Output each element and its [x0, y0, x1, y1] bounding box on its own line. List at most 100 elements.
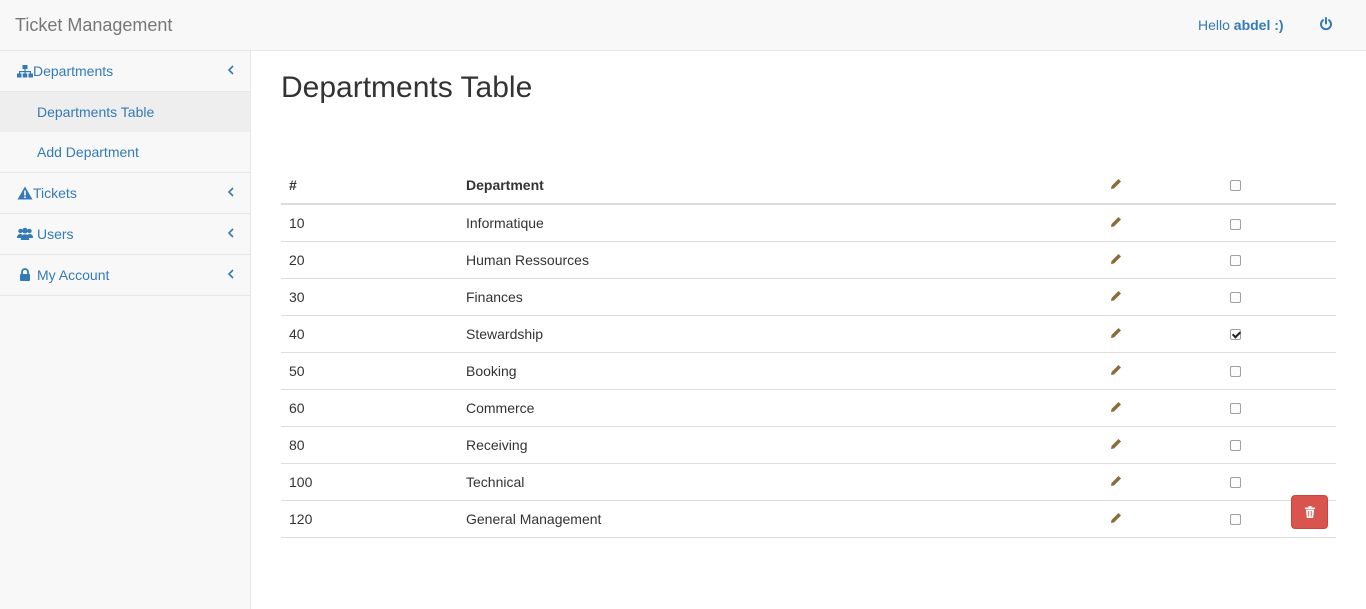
- edit-pencil-icon[interactable]: [1110, 326, 1122, 338]
- department-name: Commerce: [458, 388, 1098, 426]
- department-name: Technical: [458, 462, 1098, 500]
- row-select-checkbox[interactable]: [1230, 366, 1241, 378]
- app-title[interactable]: Ticket Management: [15, 14, 172, 36]
- sidebar-item-my-account[interactable]: My Account: [0, 255, 250, 296]
- edit-cell: [1098, 203, 1218, 241]
- table-row: 20 Human Ressources: [281, 240, 1336, 278]
- table-row: 80 Receiving: [281, 425, 1336, 463]
- edit-cell: [1098, 462, 1218, 500]
- select-cell: [1218, 425, 1336, 463]
- select-cell: [1218, 203, 1336, 241]
- department-name: Finances: [458, 277, 1098, 315]
- logout-power-icon[interactable]: [1319, 17, 1335, 33]
- sidebar-subitem-departments-table[interactable]: Departments Table: [0, 92, 250, 132]
- department-name: Booking: [458, 351, 1098, 389]
- table-header-row: # Department: [281, 166, 1336, 205]
- department-id: 50: [281, 351, 458, 389]
- table-row: 10 Informatique: [281, 203, 1336, 241]
- row-select-checkbox[interactable]: [1230, 403, 1241, 415]
- department-id: 60: [281, 388, 458, 426]
- user-name: abdel :): [1233, 17, 1284, 33]
- page-title: Departments Table: [281, 71, 533, 104]
- top-navbar: Ticket Management Hello abdel :): [0, 0, 1366, 51]
- sidebar-item-tickets[interactable]: Tickets: [0, 173, 250, 214]
- edit-cell: [1098, 388, 1218, 426]
- lock-icon: [19, 268, 35, 282]
- sidebar-subitem-add-department[interactable]: Add Department: [0, 132, 250, 172]
- edit-pencil-icon[interactable]: [1110, 437, 1122, 449]
- table-row: 60 Commerce: [281, 388, 1336, 426]
- sidebar-item-users[interactable]: Users: [0, 214, 250, 255]
- select-all-checkbox[interactable]: [1230, 180, 1241, 192]
- column-header-department[interactable]: Department: [458, 166, 1098, 205]
- sidebar-subitem-label: Departments Table: [37, 104, 155, 120]
- row-select-checkbox[interactable]: [1230, 514, 1241, 526]
- chevron-left-icon: [227, 266, 237, 279]
- table-row: 120 General Management: [281, 499, 1336, 538]
- sidebar-subitem-label: Add Department: [37, 144, 139, 160]
- edit-pencil-icon[interactable]: [1110, 289, 1122, 301]
- department-id: 120: [281, 499, 458, 538]
- trash-icon: [1305, 506, 1315, 518]
- select-cell: [1218, 277, 1336, 315]
- select-cell: [1218, 388, 1336, 426]
- edit-pencil-icon[interactable]: [1110, 474, 1122, 486]
- row-select-checkbox[interactable]: [1230, 440, 1241, 452]
- sidebar-item-label: Departments: [33, 63, 114, 79]
- edit-pencil-icon[interactable]: [1110, 511, 1122, 523]
- table-row: 50 Booking: [281, 351, 1336, 389]
- greeting-prefix: Hello: [1198, 17, 1230, 33]
- warning-icon: [17, 186, 33, 200]
- edit-pencil-icon[interactable]: [1110, 363, 1122, 375]
- table-row: 40 Stewardship: [281, 314, 1336, 352]
- row-select-checkbox[interactable]: [1230, 292, 1241, 304]
- edit-pencil-icon[interactable]: [1110, 252, 1122, 264]
- edit-pencil-icon[interactable]: [1110, 215, 1122, 227]
- edit-cell: [1098, 351, 1218, 389]
- row-select-checkbox[interactable]: [1230, 255, 1241, 267]
- edit-cell: [1098, 240, 1218, 278]
- chevron-left-icon: [227, 184, 237, 197]
- table-row: 30 Finances: [281, 277, 1336, 315]
- select-cell: [1218, 351, 1336, 389]
- user-greeting: Hello abdel :): [1198, 17, 1284, 34]
- delete-button[interactable]: [1291, 495, 1328, 529]
- departments-table: # Department 10 Informatique 20 Human Resso…: [281, 166, 1336, 538]
- department-name: Stewardship: [458, 314, 1098, 352]
- sidebar: Departments Departments Table Add Depart…: [0, 51, 251, 609]
- edit-cell: [1098, 314, 1218, 352]
- sidebar-item-label: My Account: [37, 267, 110, 283]
- main-content: Departments Table # Department 10 Informa…: [251, 51, 1366, 609]
- chevron-left-icon: [227, 225, 237, 238]
- edit-cell: [1098, 277, 1218, 315]
- departments-submenu: Departments Table Add Department: [0, 92, 250, 173]
- table-row: 100 Technical: [281, 462, 1336, 500]
- column-header-edit: [1098, 166, 1218, 205]
- department-id: 100: [281, 462, 458, 500]
- department-name: Receiving: [458, 425, 1098, 463]
- department-name: Informatique: [458, 203, 1098, 241]
- select-cell: [1218, 240, 1336, 278]
- department-id: 10: [281, 203, 458, 241]
- edit-pencil-icon[interactable]: [1110, 400, 1122, 412]
- row-select-checkbox[interactable]: [1230, 218, 1241, 230]
- sidebar-item-label: Users: [37, 226, 74, 242]
- select-cell: [1218, 314, 1336, 352]
- pencil-icon: [1110, 177, 1122, 189]
- department-id: 80: [281, 425, 458, 463]
- department-name: General Management: [458, 499, 1098, 538]
- row-select-checkbox[interactable]: [1230, 329, 1241, 341]
- users-icon: [17, 227, 33, 241]
- column-header-select: [1218, 166, 1336, 205]
- row-select-checkbox[interactable]: [1230, 477, 1241, 489]
- column-header-id[interactable]: #: [281, 166, 458, 205]
- department-id: 30: [281, 277, 458, 315]
- edit-cell: [1098, 499, 1218, 538]
- edit-cell: [1098, 425, 1218, 463]
- department-id: 40: [281, 314, 458, 352]
- chevron-left-icon: [227, 62, 237, 75]
- sidebar-item-departments[interactable]: Departments: [0, 51, 250, 92]
- department-name: Human Ressources: [458, 240, 1098, 278]
- department-id: 20: [281, 240, 458, 278]
- sitemap-icon: [17, 64, 33, 78]
